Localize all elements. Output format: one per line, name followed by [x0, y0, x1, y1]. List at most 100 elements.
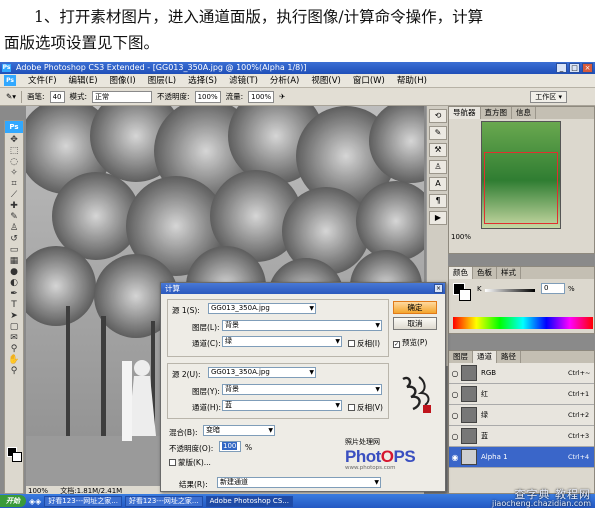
- type-tool-icon[interactable]: T: [5, 300, 23, 311]
- channel1-select[interactable]: 绿 ▼: [222, 336, 342, 347]
- visibility-eye-icon[interactable]: ◉: [449, 453, 461, 462]
- menu-analysis[interactable]: 分析(A): [264, 74, 305, 88]
- dodge-tool-icon[interactable]: ◐: [5, 278, 23, 289]
- channel-row-green[interactable]: ○ 绿 Ctrl+2: [449, 405, 594, 426]
- ok-button[interactable]: 确定: [393, 301, 437, 314]
- taskbar-item-photoshop[interactable]: Adobe Photoshop CS...: [205, 495, 293, 507]
- result-select[interactable]: 新建通道 ▼: [217, 477, 381, 488]
- dialog-close-icon[interactable]: ×: [434, 284, 443, 293]
- menu-view[interactable]: 视图(V): [305, 74, 346, 88]
- clone-stamp-icon[interactable]: ♙: [5, 223, 23, 234]
- navigator-view-box[interactable]: [484, 152, 558, 224]
- paragraph-panel-icon[interactable]: ¶: [429, 194, 447, 208]
- cancel-button[interactable]: 取消: [393, 317, 437, 330]
- marquee-tool-icon[interactable]: ⬚: [5, 146, 23, 157]
- maximize-button[interactable]: □: [569, 63, 580, 73]
- tab-styles[interactable]: 样式: [497, 267, 521, 279]
- k-value-field[interactable]: 0: [541, 283, 565, 294]
- brush-label: 画笔:: [27, 92, 45, 101]
- menu-file[interactable]: 文件(F): [22, 74, 63, 88]
- menu-image[interactable]: 图像(I): [104, 74, 142, 88]
- color-bg-swatch[interactable]: [459, 289, 471, 301]
- notes-tool-icon[interactable]: ✉: [5, 333, 23, 344]
- brush-size-picker[interactable]: 40: [49, 90, 65, 103]
- visibility-eye-icon[interactable]: ○: [449, 411, 461, 420]
- tab-swatches[interactable]: 色板: [473, 267, 497, 279]
- blur-tool-icon[interactable]: ●: [5, 267, 23, 278]
- shape-tool-icon[interactable]: ▢: [5, 322, 23, 333]
- taskbar-item[interactable]: 好看123---网址之家...: [44, 495, 122, 507]
- character-panel-icon[interactable]: A: [429, 177, 447, 191]
- history-panel-icon[interactable]: ⟲: [429, 109, 447, 123]
- pen-tool-icon[interactable]: ✒: [5, 289, 23, 300]
- channel-row-alpha[interactable]: ◉ Alpha 1 Ctrl+4: [449, 447, 594, 468]
- layer2-select[interactable]: 背景 ▼: [222, 384, 382, 395]
- flow-field[interactable]: 100%: [248, 90, 275, 103]
- airbrush-icon[interactable]: ✈: [279, 92, 285, 101]
- invert1-checkbox[interactable]: 反相(I): [348, 338, 380, 349]
- tab-color[interactable]: 颜色: [449, 267, 473, 279]
- tab-histogram[interactable]: 直方图: [481, 107, 512, 119]
- navigator-thumbnail[interactable]: [481, 121, 561, 229]
- background-color-swatch[interactable]: [12, 452, 22, 462]
- menu-help[interactable]: 帮助(H): [391, 74, 433, 88]
- blend-select[interactable]: 变暗 ▼: [203, 425, 275, 436]
- color-spectrum[interactable]: [453, 317, 593, 329]
- preview-checkbox[interactable]: ✓ 预览(P): [393, 337, 427, 348]
- start-button[interactable]: 开始: [0, 495, 26, 507]
- clone-source-icon[interactable]: ♙: [429, 160, 447, 174]
- channel-row-red[interactable]: ○ 红 Ctrl+1: [449, 384, 594, 405]
- visibility-eye-icon[interactable]: ○: [449, 369, 461, 378]
- actions-panel-icon[interactable]: ▶: [429, 211, 447, 225]
- channel-row-blue[interactable]: ○ 蓝 Ctrl+3: [449, 426, 594, 447]
- eyedropper-icon[interactable]: ⚲: [5, 344, 23, 355]
- history-brush-icon[interactable]: ↺: [5, 234, 23, 245]
- visibility-eye-icon[interactable]: ○: [449, 390, 461, 399]
- path-select-icon[interactable]: ➤: [5, 311, 23, 322]
- navigator-zoom[interactable]: 100%: [451, 233, 471, 241]
- crop-tool-icon[interactable]: ⌗: [5, 179, 23, 190]
- blend-opacity-field[interactable]: 100: [219, 441, 241, 452]
- workspace-button[interactable]: 工作区 ▾: [530, 91, 567, 103]
- menu-layer[interactable]: 图层(L): [142, 74, 182, 88]
- result-value: 新建通道: [220, 478, 248, 486]
- source2-select[interactable]: GG013_350A.jpg ▼: [208, 367, 316, 378]
- mask-checkbox[interactable]: 蒙版(K)...: [169, 457, 211, 468]
- menu-select[interactable]: 选择(S): [182, 74, 223, 88]
- menu-window[interactable]: 窗口(W): [347, 74, 391, 88]
- zoom-tool-icon[interactable]: ⚲: [5, 366, 23, 377]
- close-button[interactable]: ×: [582, 63, 593, 73]
- hand-tool-icon[interactable]: ✋: [5, 355, 23, 366]
- tab-channels[interactable]: 通道: [473, 351, 497, 363]
- visibility-eye-icon[interactable]: ○: [449, 432, 461, 441]
- opacity-field[interactable]: 100%: [194, 90, 221, 103]
- channel2-select[interactable]: 蓝 ▼: [222, 400, 342, 411]
- tab-navigator[interactable]: 导航器: [449, 107, 481, 119]
- quick-launch-icon[interactable]: ◈◈: [29, 497, 41, 506]
- brush-tool-icon[interactable]: ✎▾: [6, 92, 16, 101]
- mode-select[interactable]: 正常: [92, 90, 153, 103]
- menu-edit[interactable]: 编辑(E): [63, 74, 104, 88]
- gradient-tool-icon[interactable]: ▦: [5, 256, 23, 267]
- healing-brush-icon[interactable]: ✚: [5, 201, 23, 212]
- move-tool-icon[interactable]: ✥: [5, 135, 23, 146]
- magic-wand-icon[interactable]: ✧: [5, 168, 23, 179]
- invert2-checkbox[interactable]: 反相(V): [348, 402, 383, 413]
- tab-paths[interactable]: 路径: [497, 351, 521, 363]
- minimize-button[interactable]: _: [556, 63, 567, 73]
- layer1-select[interactable]: 背景 ▼: [222, 320, 382, 331]
- k-slider[interactable]: [485, 289, 535, 292]
- menu-filter[interactable]: 滤镜(T): [223, 74, 264, 88]
- taskbar-item[interactable]: 好看123---网址之家...: [124, 495, 203, 507]
- tool-presets-icon[interactable]: ⚒: [429, 143, 447, 157]
- brush-tool-icon[interactable]: ✎: [5, 212, 23, 223]
- window-title: Adobe Photoshop CS3 Extended - [GG013_35…: [16, 63, 307, 72]
- source1-select[interactable]: GG013_350A.jpg ▼: [208, 303, 316, 314]
- tab-layers[interactable]: 图层: [449, 351, 473, 363]
- lasso-tool-icon[interactable]: ◌: [5, 157, 23, 168]
- tab-info[interactable]: 信息: [512, 107, 536, 119]
- slice-tool-icon[interactable]: ⟋: [5, 190, 23, 201]
- eraser-tool-icon[interactable]: ▭: [5, 245, 23, 256]
- brushes-panel-icon[interactable]: ✎: [429, 126, 447, 140]
- channel-row-rgb[interactable]: ○ RGB Ctrl+~: [449, 363, 594, 384]
